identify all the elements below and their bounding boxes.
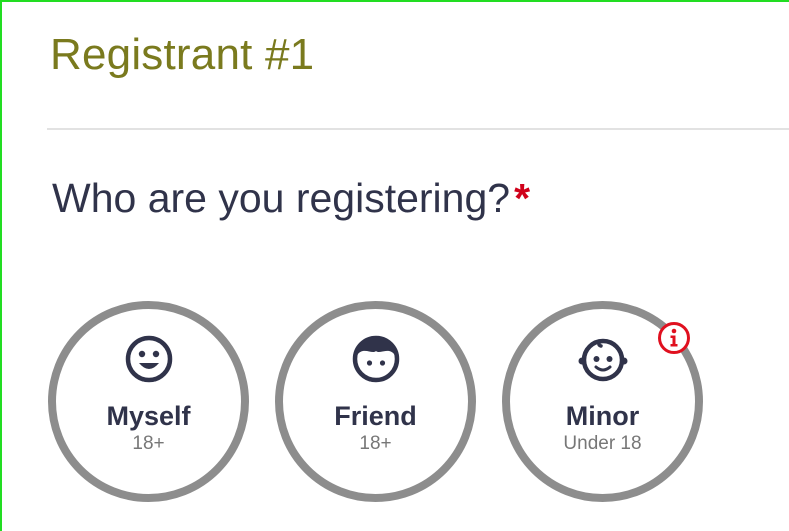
- question-text: Who are you registering?: [52, 175, 511, 221]
- option-label: Minor: [565, 401, 640, 431]
- option-sublabel: 18+: [359, 433, 392, 454]
- baby-face-icon: [578, 338, 627, 382]
- section-divider: [47, 128, 789, 130]
- option-sublabel: Under 18: [563, 433, 642, 454]
- option-sublabel: 18+: [132, 433, 165, 454]
- question-label: Who are you registering?*: [52, 175, 530, 222]
- option-myself-button[interactable]: Myself 18+: [48, 301, 249, 502]
- option-label: Friend: [334, 401, 417, 431]
- info-icon[interactable]: [657, 321, 691, 355]
- smiley-face-icon: [125, 335, 172, 383]
- registrant-title: Registrant #1: [50, 30, 315, 79]
- option-friend-button[interactable]: Friend 18+: [275, 301, 476, 502]
- option-label: Myself: [106, 401, 191, 431]
- person-face-icon: [352, 335, 399, 383]
- required-marker: *: [514, 175, 531, 221]
